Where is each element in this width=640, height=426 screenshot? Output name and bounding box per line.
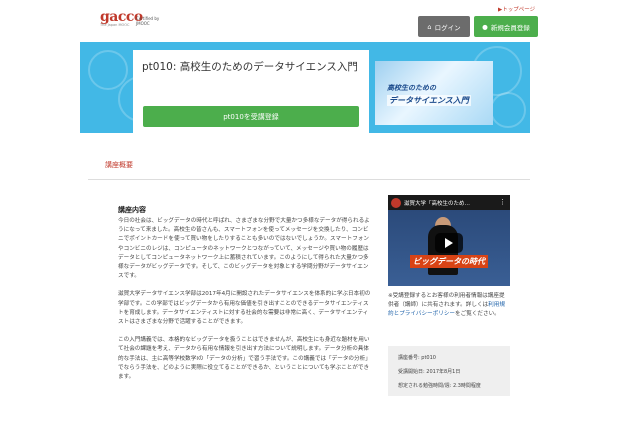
- course-title: pt010: 高校生のためのデータサイエンス入門: [142, 61, 358, 73]
- login-button[interactable]: ⌂ ログイン: [418, 16, 470, 37]
- tab-course-overview[interactable]: 講座概要: [105, 160, 133, 170]
- content-heading: 講座内容: [118, 206, 146, 214]
- register-button[interactable]: ● 新規会員登録: [474, 16, 538, 37]
- gacco-logo[interactable]: gacco The Japan MOOC Certified by JMOOC: [100, 6, 159, 27]
- site-header: gacco The Japan MOOC Certified by JMOOC …: [0, 0, 640, 40]
- top-page-link[interactable]: ▶トップページ: [498, 5, 535, 13]
- more-options-icon[interactable]: ⋮: [499, 198, 506, 206]
- login-label: ログイン: [434, 23, 461, 32]
- thumbnail-line-2: データサイエンス入門: [387, 95, 471, 106]
- description-paragraph: 滋賀大学データサイエンス学部は2017年4月に開設されたデータサイエンスを体系的…: [118, 291, 371, 326]
- channel-avatar: [391, 198, 401, 208]
- play-icon: [445, 238, 453, 248]
- course-intro-video[interactable]: 滋賀大学「高校生のため… ⋮ ビッグデータの時代: [388, 195, 510, 286]
- user-icon: ●: [482, 22, 488, 31]
- enroll-button[interactable]: pt010を受講登録: [143, 106, 359, 127]
- jmooc-certified-badge: Certified by JMOOC: [136, 16, 160, 26]
- section-divider: [88, 179, 530, 180]
- sidebar: 滋賀大学「高校生のため… ⋮ ビッグデータの時代 ※受講登録するとお客様の利用者…: [388, 195, 510, 319]
- privacy-note-suffix: をご覧ください。: [455, 311, 500, 317]
- register-label: 新規会員登録: [490, 23, 530, 32]
- course-description: 講座内容 今日の社会は、ビッグデータの時代と呼ばれ、さまざまな分野で大量かつ多様…: [118, 205, 373, 391]
- video-title: 滋賀大学「高校生のため…: [404, 201, 471, 207]
- weekly-study-time: 想定される勉強時間/週: 2.3時間程度: [398, 383, 481, 389]
- description-paragraph: この入門講義では、本格的なビッグデータを扱うことはできませんが、高校生にも身近な…: [118, 337, 371, 381]
- play-button[interactable]: [435, 233, 463, 253]
- logo-tagline: The Japan MOOC: [100, 23, 130, 27]
- course-number: 講座番号: pt010: [398, 355, 436, 361]
- home-icon: ⌂: [427, 22, 432, 31]
- privacy-note: ※受講登録するとお客様の利用者情報は講座提供者（講師）に共有されます。詳しくは利…: [388, 292, 510, 319]
- video-caption: ビッグデータの時代: [410, 255, 488, 268]
- description-paragraph: 今日の社会は、ビッグデータの時代と呼ばれ、さまざまな分野で大量かつ多様なデータが…: [118, 218, 370, 280]
- cc-circle-decoration: [490, 92, 526, 128]
- thumbnail-line-1: 高校生のための: [387, 84, 436, 92]
- course-thumbnail: 高校生のための データサイエンス入門: [375, 61, 493, 125]
- course-start-date: 受講開始日: 2017年8月1日: [398, 369, 461, 375]
- course-info-box: 講座番号: pt010 受講開始日: 2017年8月1日 想定される勉強時間/週…: [388, 346, 510, 396]
